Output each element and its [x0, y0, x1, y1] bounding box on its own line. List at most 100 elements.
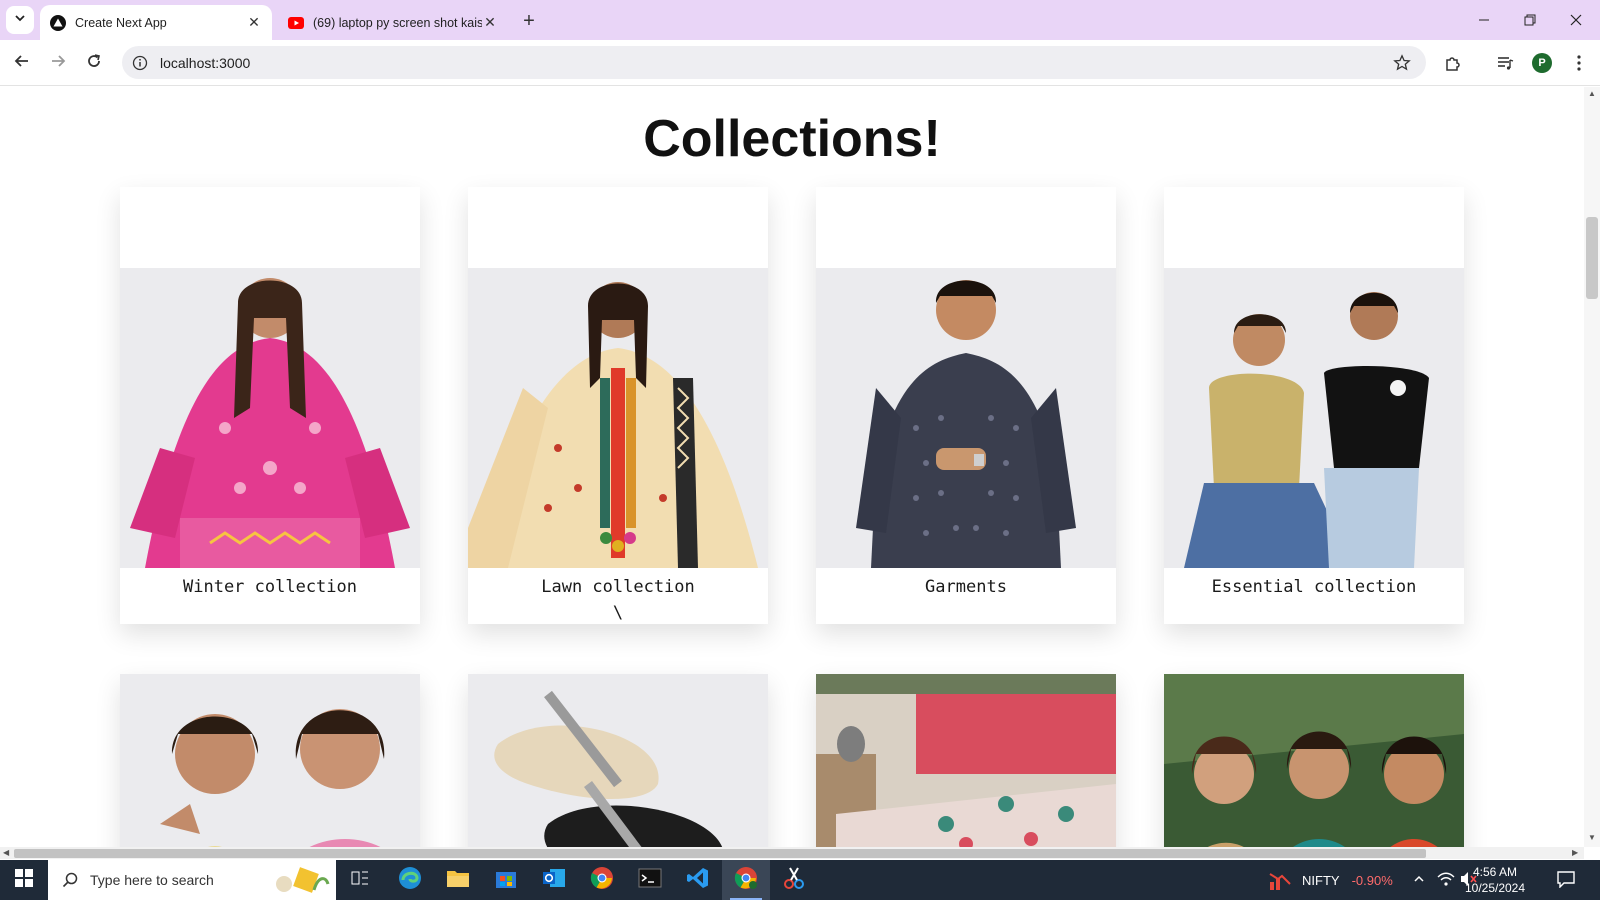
collection-card-festive[interactable]: [1164, 674, 1464, 847]
site-info-icon[interactable]: [130, 53, 150, 73]
task-view-icon: [351, 869, 369, 892]
system-clock[interactable]: 4:56 AM 10/25/2024: [1462, 864, 1528, 896]
show-hidden-icons-button[interactable]: [1413, 860, 1425, 900]
collection-label-extra: \: [612, 603, 624, 623]
terminal-icon: [638, 868, 662, 893]
clock-time: 4:56 AM: [1472, 865, 1518, 879]
chevron-down-icon: [14, 11, 26, 29]
url-text: localhost:3000: [160, 54, 251, 71]
browser-tab-strip: Create Next App ✕ (69) laptop py screen …: [0, 0, 1600, 40]
outlook-app-button[interactable]: [530, 860, 578, 900]
chevron-up-icon: [1413, 873, 1425, 888]
collection-card-winter[interactable]: Winter collection: [120, 187, 420, 624]
tab-title: (69) laptop py screen shot kaise: [313, 15, 482, 30]
chrome-profile-app-button[interactable]: [722, 860, 770, 900]
collection-label: Essential collection: [1211, 577, 1417, 597]
search-icon: [60, 870, 80, 890]
collection-card-footwear[interactable]: [468, 674, 768, 847]
tab-search-button[interactable]: [6, 6, 34, 34]
taskbar-search-box[interactable]: Type here to search: [48, 860, 336, 900]
scroll-right-icon[interactable]: ▶: [1572, 848, 1578, 857]
minimize-button[interactable]: [1470, 8, 1498, 32]
vscode-icon: [686, 866, 710, 895]
collection-image: [120, 268, 420, 568]
tab-title: Create Next App: [75, 15, 167, 30]
horizontal-scrollbar[interactable]: ◀ ▶: [0, 847, 1584, 859]
page-title: Collections!: [643, 110, 941, 168]
collection-card-home[interactable]: [816, 674, 1116, 847]
wifi-icon: [1437, 871, 1455, 890]
close-icon[interactable]: ✕: [246, 14, 262, 31]
scroll-up-icon[interactable]: ▲: [1587, 89, 1597, 99]
collection-card-garments[interactable]: Garments: [816, 187, 1116, 624]
reload-button[interactable]: [81, 50, 107, 76]
windows-logo-icon: [15, 868, 33, 892]
stock-name: NIFTY: [1302, 872, 1340, 888]
extensions-icon[interactable]: [1442, 52, 1464, 74]
vertical-scroll-thumb[interactable]: [1586, 217, 1598, 299]
clock-date: 10/25/2024: [1464, 881, 1526, 895]
address-bar[interactable]: localhost:3000: [122, 46, 1426, 79]
collection-image: [1164, 268, 1464, 568]
collection-image: [120, 674, 420, 847]
menu-kebab-icon[interactable]: [1568, 52, 1590, 74]
profile-avatar[interactable]: P: [1532, 53, 1552, 73]
browser-toolbar: localhost:3000 P: [0, 40, 1600, 86]
windows-taskbar: Type here to search NIFTY -0.90% 4:56 AM…: [0, 860, 1600, 900]
chrome-app-button[interactable]: [578, 860, 626, 900]
scroll-left-icon[interactable]: ◀: [3, 848, 9, 857]
collection-image: [816, 674, 1116, 847]
notification-center-button[interactable]: [1556, 860, 1576, 900]
chrome-icon: [734, 866, 758, 895]
collection-image: [468, 268, 768, 568]
store-icon: [495, 867, 517, 894]
reload-icon: [86, 53, 102, 74]
arrow-left-icon: [14, 53, 30, 74]
edge-icon: [398, 866, 422, 895]
media-control-icon[interactable]: [1494, 52, 1516, 74]
stock-trend-icon: [1268, 870, 1292, 890]
snipping-tool-icon: [783, 866, 805, 895]
scroll-down-icon[interactable]: ▼: [1587, 833, 1597, 843]
collection-image: [816, 268, 1116, 568]
terminal-app-button[interactable]: [626, 860, 674, 900]
chrome-icon: [590, 866, 614, 895]
collection-card-essential[interactable]: Essential collection: [1164, 187, 1464, 624]
collection-image: [468, 674, 768, 847]
collection-label: Winter collection: [183, 577, 357, 597]
vscode-app-button[interactable]: [674, 860, 722, 900]
close-icon[interactable]: ✕: [482, 14, 498, 31]
folder-icon: [446, 868, 470, 893]
arrow-right-icon: [50, 53, 66, 74]
snipping-tool-button[interactable]: [770, 860, 818, 900]
horizontal-scroll-thumb[interactable]: [14, 849, 1426, 858]
search-highlight-icon: [270, 866, 330, 894]
outlook-icon: [542, 866, 566, 895]
restore-button[interactable]: [1516, 8, 1544, 32]
start-button[interactable]: [0, 860, 48, 900]
close-window-button[interactable]: [1562, 8, 1590, 32]
tab-youtube[interactable]: (69) laptop py screen shot kaise ✕: [278, 5, 508, 40]
store-app-button[interactable]: [482, 860, 530, 900]
back-button[interactable]: [9, 50, 35, 76]
task-view-button[interactable]: [336, 860, 384, 900]
page-viewport: Collections! Winter collection Lawn coll…: [0, 87, 1584, 847]
network-status[interactable]: [1437, 860, 1455, 900]
collection-card-lawn[interactable]: Lawn collection \: [468, 187, 768, 624]
forward-button[interactable]: [45, 50, 71, 76]
collection-label: Garments: [925, 577, 1007, 597]
notification-icon: [1556, 870, 1576, 891]
vertical-scrollbar[interactable]: ▲ ▼: [1584, 87, 1600, 847]
search-placeholder: Type here to search: [90, 872, 214, 888]
stock-widget[interactable]: NIFTY -0.90%: [1268, 860, 1393, 900]
file-explorer-button[interactable]: [434, 860, 482, 900]
new-tab-button[interactable]: +: [518, 10, 540, 32]
bookmark-star-icon[interactable]: [1392, 53, 1412, 73]
collection-image: [1164, 674, 1464, 847]
collection-card-kids[interactable]: [120, 674, 420, 847]
edge-app-button[interactable]: [386, 860, 434, 900]
nextjs-favicon-icon: [50, 14, 66, 31]
tab-create-next-app[interactable]: Create Next App ✕: [40, 5, 272, 40]
youtube-favicon-icon: [288, 15, 304, 31]
stock-change: -0.90%: [1351, 872, 1393, 888]
